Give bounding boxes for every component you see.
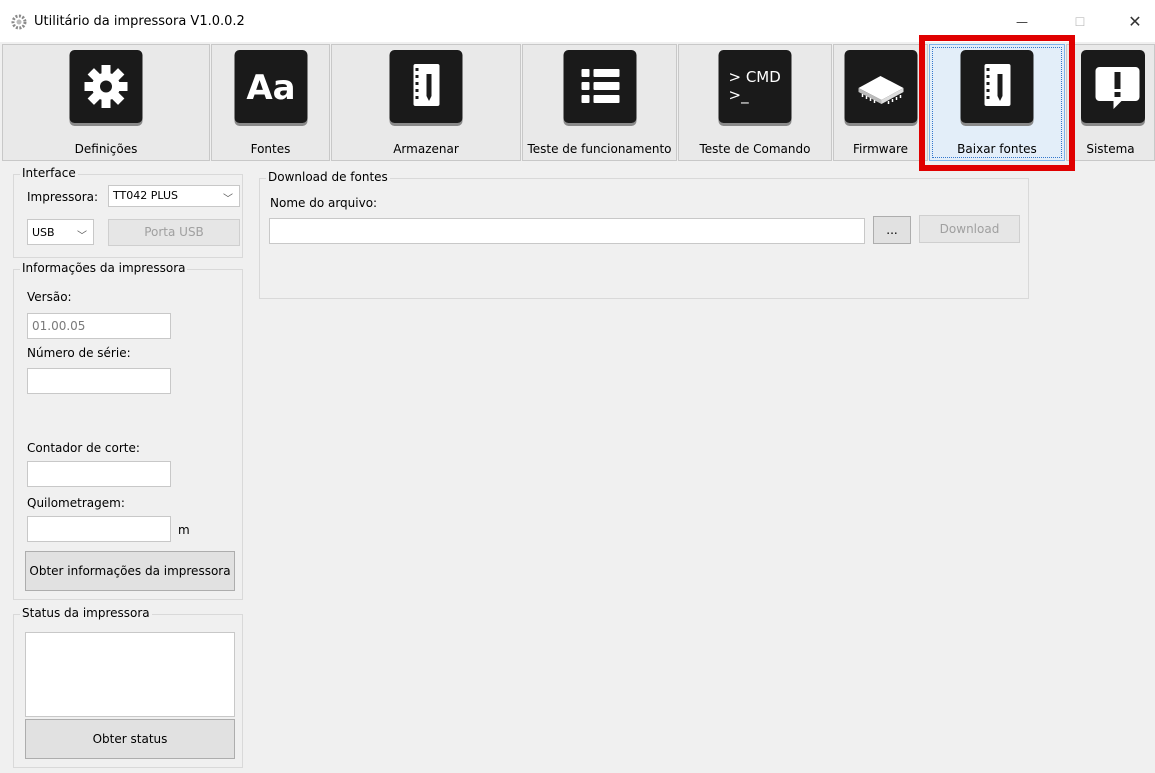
list-icon — [563, 50, 636, 123]
usb-port-button[interactable]: Porta USB — [108, 219, 240, 246]
toolbar-label: Baixar fontes — [957, 142, 1037, 156]
toolbar-button-firmware[interactable]: Firmware — [833, 44, 928, 161]
cmd-icon-prompt: >_ — [729, 86, 750, 105]
svg-text:Aa: Aa — [246, 68, 295, 108]
window-title: Utilitário da impressora V1.0.0.2 — [34, 14, 245, 29]
toolbar-button-definicoes[interactable]: Definições — [2, 44, 210, 161]
printer-info-group-title: Informações da impressora — [20, 261, 188, 275]
port-select-value: USB — [32, 226, 55, 239]
title-bar: Utilitário da impressora V1.0.0.2 — ☐ ✕ — [0, 0, 1155, 42]
font-aa-icon: Aa — [234, 50, 307, 123]
gear-app-icon — [10, 13, 28, 31]
serial-number-field[interactable] — [27, 368, 171, 394]
mileage-unit: m — [178, 523, 190, 537]
toolbar-label: Firmware — [853, 142, 908, 156]
toolbar-button-baixar-fontes[interactable]: Baixar fontes — [929, 44, 1065, 161]
toolbar-label: Definições — [74, 142, 138, 156]
download-fonts-group-title: Download de fontes — [266, 170, 390, 184]
printer-select[interactable]: TT042 PLUS ﹀ — [108, 185, 240, 207]
toolbar-button-sistema[interactable]: Sistema — [1066, 44, 1155, 161]
mileage-label: Quilometragem: — [27, 496, 125, 510]
toolbar-label: Sistema — [1086, 142, 1135, 156]
cut-counter-label: Contador de corte: — [27, 441, 140, 455]
filename-field[interactable] — [269, 218, 865, 244]
toolbar-label: Teste de Comando — [699, 142, 811, 156]
toolbar-button-teste-funcionamento[interactable]: Teste de funcionamento — [522, 44, 677, 161]
notebook-icon — [389, 50, 463, 123]
toolbar-button-teste-comando[interactable]: > CMD >_ Teste de Comando — [678, 44, 832, 161]
minimize-button[interactable]: — — [1002, 8, 1042, 36]
printer-label: Impressora: — [27, 190, 99, 204]
cmd-icon-text: > CMD — [729, 68, 781, 86]
printer-status-text[interactable] — [25, 632, 235, 717]
serial-number-label: Número de série: — [27, 346, 131, 360]
maximize-button[interactable]: ☐ — [1060, 8, 1100, 36]
port-select[interactable]: USB ﹀ — [27, 219, 94, 245]
get-printer-info-button[interactable]: Obter informações da impressora — [25, 551, 235, 591]
close-button[interactable]: ✕ — [1115, 8, 1155, 36]
gear-icon — [69, 50, 143, 123]
filename-label: Nome do arquivo: — [270, 196, 378, 210]
notebook-icon — [960, 50, 1034, 123]
toolbar-label: Fontes — [250, 142, 291, 156]
mileage-field[interactable] — [27, 516, 171, 542]
version-label: Versão: — [27, 290, 72, 304]
interface-group-title: Interface — [20, 166, 78, 180]
printer-status-group-title: Status da impressora — [20, 606, 152, 620]
browse-button[interactable]: ... — [873, 216, 911, 244]
download-button[interactable]: Download — [919, 215, 1020, 243]
chevron-down-icon: ﹀ — [223, 194, 233, 205]
printer-select-value: TT042 PLUS — [113, 189, 178, 202]
get-status-button[interactable]: Obter status — [25, 719, 235, 759]
cut-counter-field[interactable] — [27, 461, 171, 487]
chevron-down-icon: ﹀ — [77, 231, 87, 242]
toolbar-label: Armazenar — [393, 142, 459, 156]
version-field[interactable]: 01.00.05 — [27, 313, 171, 339]
toolbar-label: Teste de funcionamento — [527, 142, 672, 156]
toolbar-button-armazenar[interactable]: Armazenar — [331, 44, 521, 161]
cmd-icon: > CMD >_ — [718, 50, 792, 123]
toolbar-button-fontes[interactable]: Aa Fontes — [211, 44, 330, 161]
exclamation-icon — [1081, 50, 1145, 123]
chip-icon — [844, 50, 917, 123]
main-toolbar: Definições Aa Fontes Armazenar Teste de … — [0, 44, 1155, 161]
